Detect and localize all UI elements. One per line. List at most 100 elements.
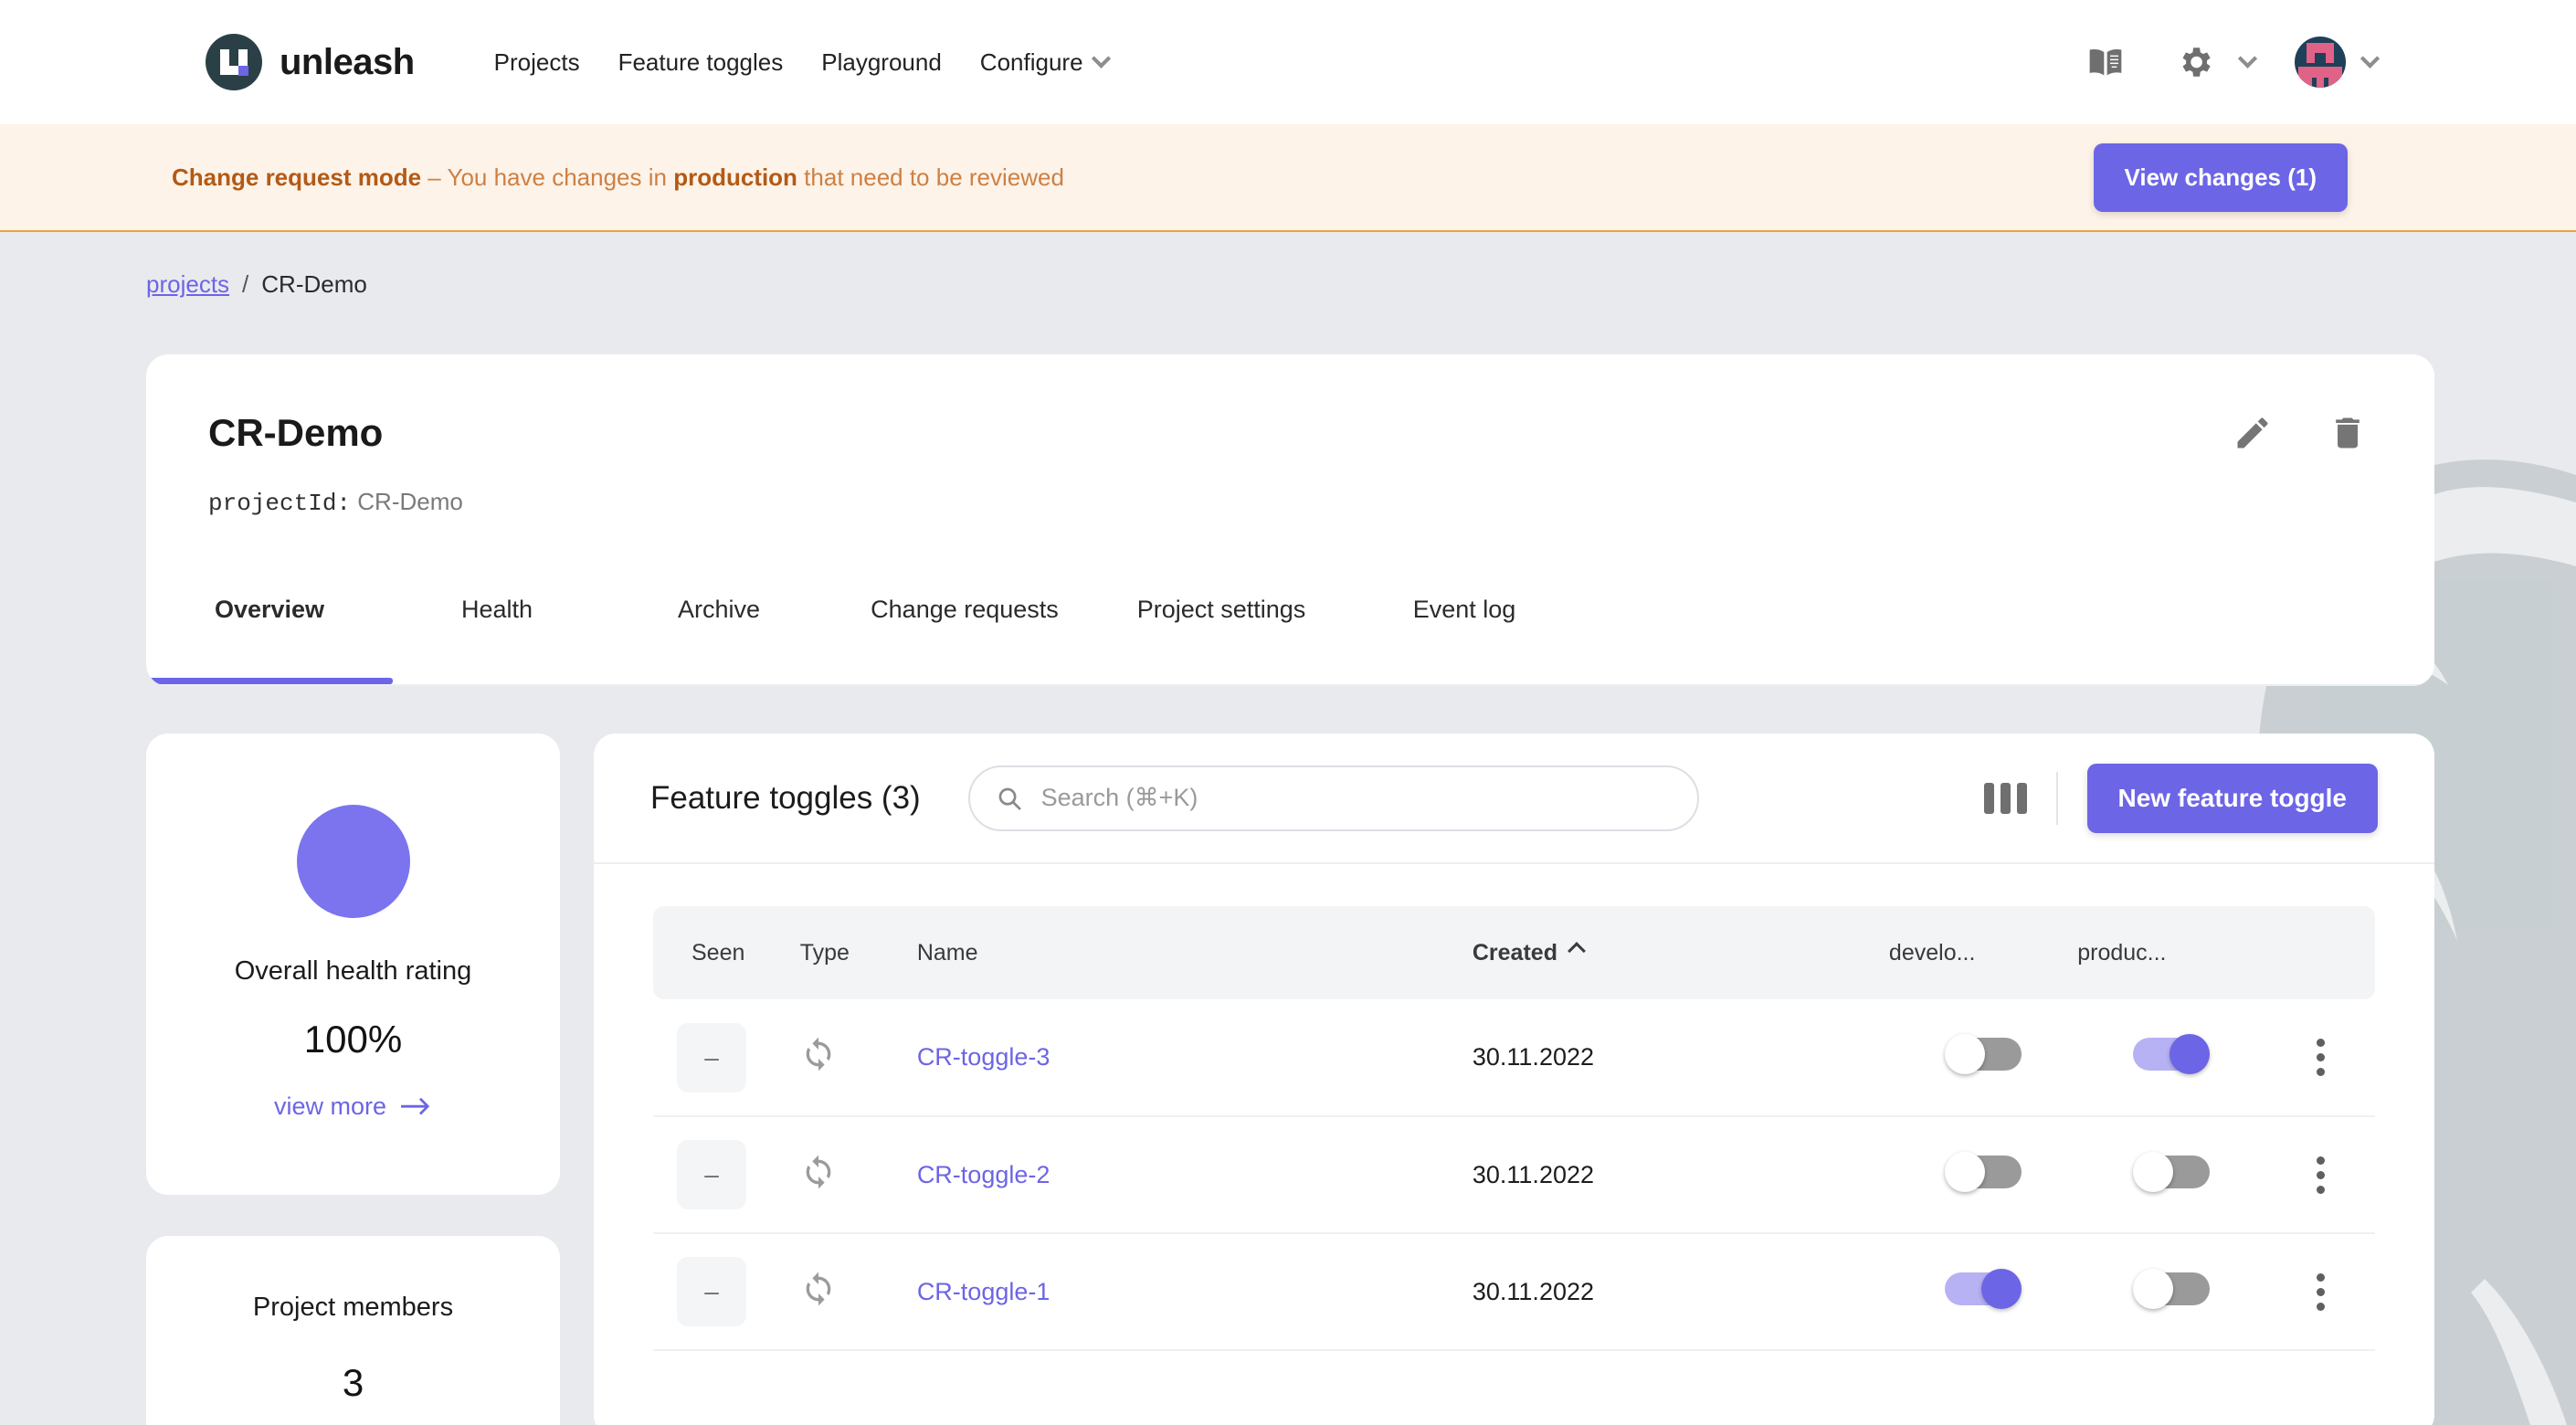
top-navigation-bar: unleash Projects Feature toggles Playgro…: [0, 0, 2576, 124]
column-header-created-label: Created: [1472, 939, 1557, 966]
edit-pencil-icon[interactable]: [2233, 413, 2273, 458]
table-row[interactable]: – CR-toggle-2 30.11.2022: [653, 1116, 2375, 1233]
change-request-banner-env: production: [673, 163, 797, 191]
project-id-row: projectId: CR-Demo: [208, 488, 463, 517]
toggle-switch-production[interactable]: [2133, 1151, 2211, 1192]
cell-actions: [2266, 1233, 2375, 1350]
tab-project-settings-label: Project settings: [1136, 596, 1306, 623]
health-rating-value: 100%: [303, 1018, 403, 1061]
feature-toggles-header-actions: New feature toggle: [1983, 763, 2378, 833]
toggle-switch-production[interactable]: [2133, 1034, 2211, 1074]
tab-health[interactable]: Health: [393, 563, 601, 684]
column-header-created[interactable]: Created: [1473, 906, 1889, 999]
breadcrumb: projects / CR-Demo: [146, 270, 367, 299]
toggle-switch-development[interactable]: [1945, 1034, 2022, 1074]
tab-project-settings[interactable]: Project settings: [1093, 563, 1350, 684]
user-avatar[interactable]: [2295, 37, 2346, 88]
project-tabs: Overview Health Archive Change requests …: [146, 563, 2434, 686]
documentation-book-icon[interactable]: [2075, 32, 2136, 92]
toggle-switch-development[interactable]: [1945, 1151, 2022, 1192]
breadcrumb-separator: /: [242, 270, 249, 298]
cell-created: 30.11.2022: [1472, 1160, 1595, 1188]
cell-type: [800, 999, 917, 1116]
project-members-card: Project members 3: [146, 1236, 560, 1425]
settings-chevron-down-icon[interactable]: [2225, 32, 2269, 92]
change-request-banner-prefix: Change request mode: [172, 163, 422, 191]
main-nav: Projects Feature toggles Playground Conf…: [475, 39, 1127, 86]
toggle-switch-development[interactable]: [1945, 1268, 2022, 1309]
tab-overview-label: Overview: [214, 596, 325, 623]
release-sync-icon: [800, 1037, 837, 1078]
change-request-banner-text: Change request mode – You have changes i…: [172, 164, 1064, 192]
breadcrumb-projects-link[interactable]: projects: [146, 270, 229, 299]
project-id-key: projectId:: [208, 490, 352, 517]
brand-name: unleash: [280, 41, 415, 82]
health-rating-label: Overall health rating: [234, 956, 472, 986]
row-actions-menu-icon[interactable]: [2266, 1272, 2375, 1311]
search-box[interactable]: [967, 765, 1699, 831]
header-divider: [2055, 771, 2058, 825]
change-request-banner-suffix: that need to be reviewed: [797, 163, 1064, 191]
settings-gear-icon[interactable]: [2165, 32, 2225, 92]
cell-type: [800, 1233, 917, 1350]
column-header-actions: [2266, 906, 2375, 999]
column-header-type[interactable]: Type: [800, 906, 917, 999]
cell-development: [1889, 1116, 2077, 1233]
table-header: Seen Type Name Created develo... produc.…: [653, 906, 2375, 999]
feature-toggle-link[interactable]: CR-toggle-2: [917, 1161, 1050, 1188]
project-header-card: CR-Demo projectId: CR-Demo Overview Heal…: [146, 354, 2434, 686]
feature-toggles-panel: Feature toggles (3) New feature toggle S…: [594, 734, 2434, 1425]
nav-item-configure[interactable]: Configure: [961, 39, 1127, 86]
column-header-production[interactable]: produc...: [2077, 906, 2265, 999]
table-row[interactable]: – CR-toggle-3 30.11.2022: [653, 999, 2375, 1116]
release-sync-icon: [800, 1155, 837, 1196]
column-header-development[interactable]: develo...: [1889, 906, 2077, 999]
columns-selector-icon[interactable]: [1983, 782, 2027, 814]
table-row[interactable]: – CR-toggle-1 30.11.2022: [653, 1233, 2375, 1350]
tab-archive-label: Archive: [677, 596, 761, 623]
chevron-down-icon: [1091, 48, 1111, 69]
row-actions-menu-icon[interactable]: [2266, 1039, 2375, 1076]
delete-trash-icon[interactable]: [2328, 413, 2368, 458]
nav-item-projects-label: Projects: [493, 48, 580, 76]
cell-production: [2077, 999, 2265, 1116]
nav-item-projects[interactable]: Projects: [475, 39, 599, 86]
release-sync-icon: [800, 1272, 837, 1313]
feature-toggles-title: Feature toggles (3): [650, 779, 921, 816]
tab-change-requests[interactable]: Change requests: [837, 563, 1093, 684]
nav-item-feature-toggles[interactable]: Feature toggles: [599, 39, 803, 86]
health-view-more-link[interactable]: view more: [274, 1092, 432, 1121]
search-input[interactable]: [1040, 784, 1672, 812]
tab-change-requests-label: Change requests: [871, 596, 1059, 623]
breadcrumb-current: CR-Demo: [261, 270, 367, 298]
column-header-name[interactable]: Name: [917, 906, 1473, 999]
cell-development: [1889, 1233, 2077, 1350]
row-actions-menu-icon[interactable]: [2266, 1156, 2375, 1194]
cell-production: [2077, 1233, 2265, 1350]
feature-toggle-link[interactable]: CR-toggle-3: [917, 1043, 1050, 1071]
cell-created: 30.11.2022: [1472, 1277, 1595, 1305]
nav-item-playground[interactable]: Playground: [802, 39, 961, 86]
toggle-switch-production[interactable]: [2133, 1268, 2211, 1309]
brand-logo[interactable]: unleash: [206, 34, 415, 90]
feature-toggles-header: Feature toggles (3) New feature toggle: [594, 734, 2434, 864]
feature-toggle-link[interactable]: CR-toggle-1: [917, 1278, 1050, 1305]
tab-event-log[interactable]: Event log: [1350, 563, 1578, 684]
nav-item-feature-toggles-label: Feature toggles: [618, 48, 784, 76]
cell-type: [800, 1116, 917, 1233]
tab-health-label: Health: [460, 596, 533, 623]
unleash-logo-icon: [206, 34, 262, 90]
new-feature-toggle-button[interactable]: New feature toggle: [2086, 763, 2378, 833]
overall-health-card: Overall health rating 100% view more: [146, 734, 560, 1195]
column-header-seen[interactable]: Seen: [653, 906, 800, 999]
arrow-right-icon: [401, 1097, 430, 1114]
tab-archive[interactable]: Archive: [601, 563, 837, 684]
tab-overview[interactable]: Overview: [146, 563, 393, 684]
cell-name: CR-toggle-1: [917, 1233, 1473, 1350]
view-changes-button[interactable]: View changes (1): [2093, 142, 2348, 212]
tab-event-log-label: Event log: [1412, 596, 1516, 623]
account-chevron-down-icon[interactable]: [2346, 32, 2393, 92]
cell-development: [1889, 999, 2077, 1116]
change-request-banner: Change request mode – You have changes i…: [0, 124, 2576, 232]
nav-item-configure-label: Configure: [979, 48, 1083, 76]
